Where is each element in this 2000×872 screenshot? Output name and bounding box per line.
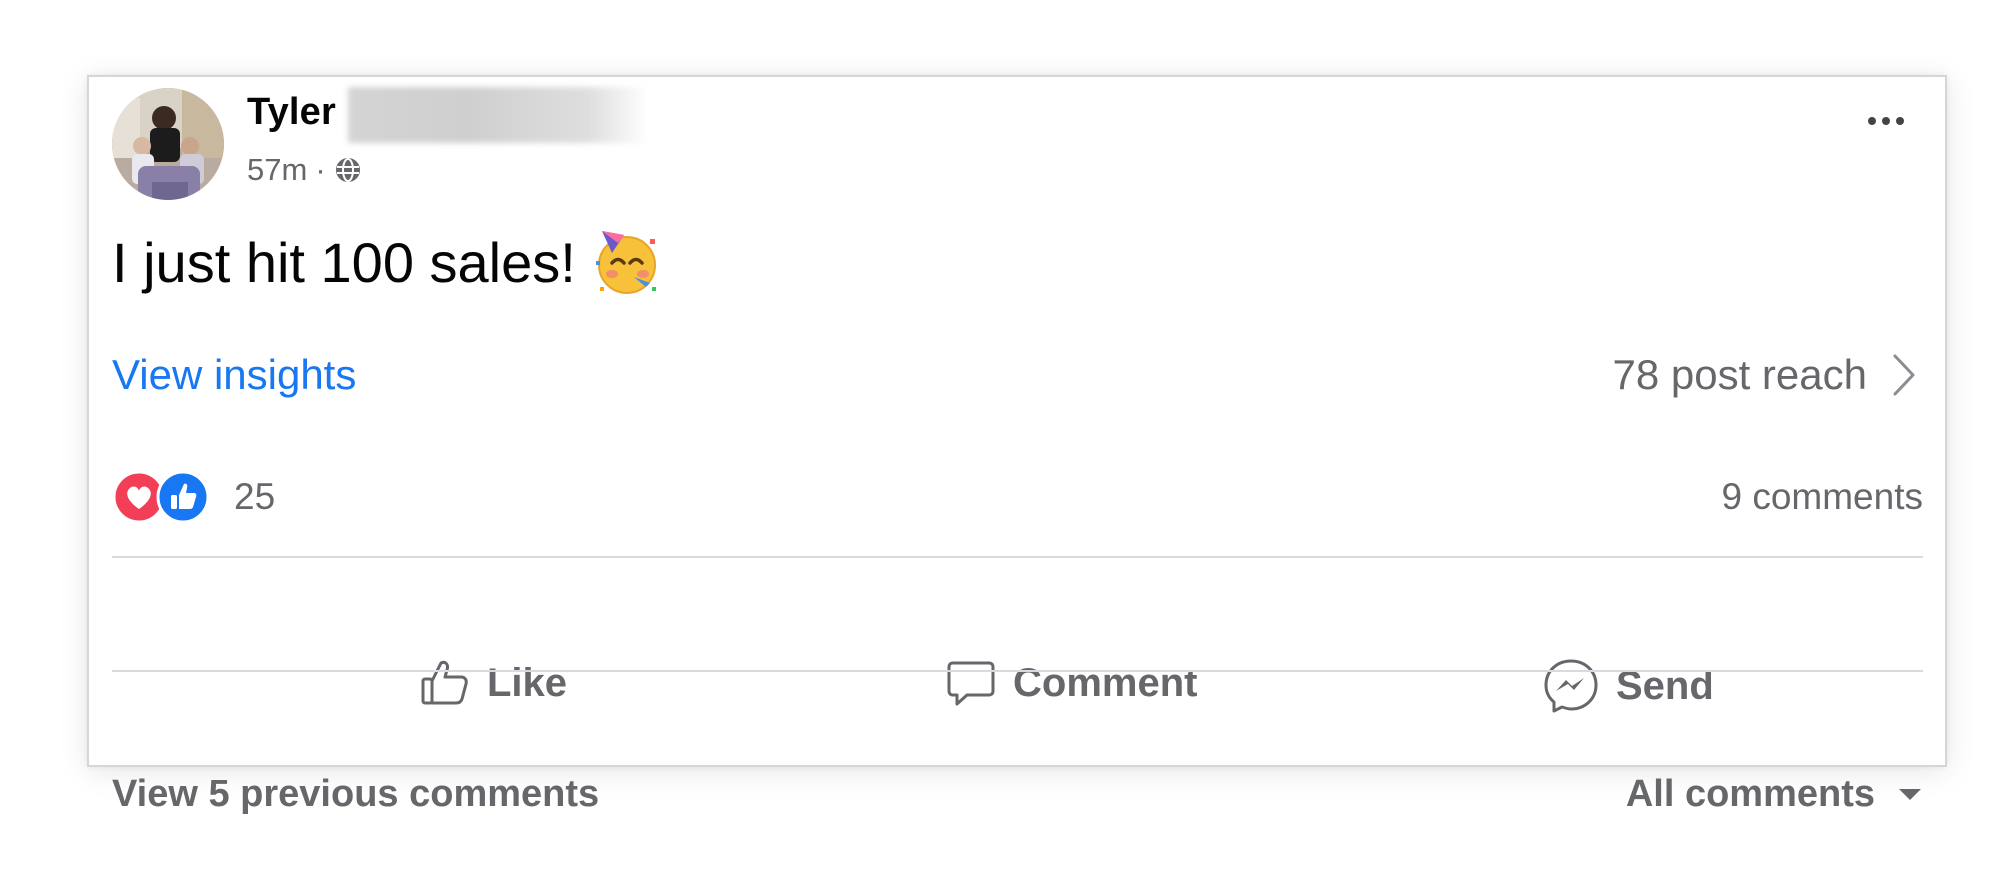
comments-count-link[interactable]: 9 comments (1721, 476, 1923, 518)
caret-down-icon (1899, 789, 1921, 800)
author-avatar[interactable] (112, 88, 224, 200)
reaction-icons (112, 470, 216, 524)
avatar-image (112, 88, 224, 200)
send-button[interactable]: Send (1542, 657, 1714, 715)
reaction-count: 25 (234, 476, 276, 517)
post-reach-link[interactable]: 78 post reach (1612, 351, 1917, 399)
partying-face-icon (590, 225, 664, 299)
like-button[interactable]: Like (419, 657, 567, 709)
divider-top (112, 556, 1923, 558)
reactions-row: 25 9 comments (112, 467, 1923, 527)
like-label: Like (487, 660, 568, 705)
more-dot (1882, 117, 1890, 125)
comments-filter-dropdown[interactable]: All comments (1626, 773, 1923, 816)
post-body: I just hit 100 sales! (112, 225, 664, 299)
post-time[interactable]: 57m (247, 152, 307, 188)
comment-label: Comment (1013, 660, 1198, 705)
post-meta: 57m · (247, 152, 362, 188)
like-reaction-icon (156, 470, 210, 524)
post-reach-label: 78 post reach (1612, 351, 1867, 398)
post-card: Tyler 57m · I just hit 100 sales! View i… (87, 75, 1947, 815)
chevron-right-icon (1893, 354, 1915, 396)
comments-footer: View 5 previous comments All comments (112, 767, 1923, 821)
messenger-icon (1544, 659, 1598, 713)
author-name[interactable]: Tyler (247, 91, 336, 134)
more-dot (1896, 117, 1904, 125)
comment-icon (947, 661, 995, 706)
comments-filter-label: All comments (1625, 772, 1875, 815)
divider-bottom (112, 670, 1923, 672)
thumbs-up-icon (421, 660, 468, 705)
view-insights-link[interactable]: View insights (112, 351, 356, 399)
more-options-button[interactable] (1868, 117, 1904, 125)
comment-button[interactable]: Comment (945, 657, 1197, 709)
reactions-summary[interactable]: 25 (112, 470, 275, 524)
stage: Tyler 57m · I just hit 100 sales! View i… (0, 0, 2000, 872)
insights-row: View insights 78 post reach (112, 345, 1917, 405)
globe-icon[interactable] (334, 156, 362, 184)
meta-separator: · (315, 152, 326, 187)
actions-row: Like Comment Send (112, 635, 1923, 741)
view-previous-comments-link[interactable]: View 5 previous comments (112, 773, 599, 816)
post-text: I just hit 100 sales! (112, 230, 576, 294)
more-horizontal-icon (1868, 117, 1876, 125)
redacted-name-blur (348, 87, 648, 143)
